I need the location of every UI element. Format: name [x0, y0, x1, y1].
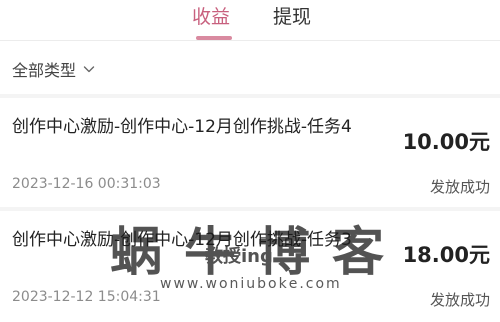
section-divider [0, 94, 500, 98]
record-divider [0, 207, 500, 211]
record-amount: 10.00元 [402, 130, 490, 154]
tab-bar: 收益 提现 [0, 0, 500, 41]
earning-record[interactable]: 创作中心激励-创作中心-12月创作挑战-任务3 18.00元 2023-12-1… [0, 213, 500, 321]
type-filter-dropdown[interactable]: 全部类型 [12, 57, 95, 81]
tab-withdraw[interactable]: 提现 [273, 6, 311, 28]
record-timestamp: 2023-12-12 15:04:31 [12, 289, 161, 305]
record-status: 发放成功 [429, 178, 490, 196]
record-title: 创作中心激励-创作中心-12月创作挑战-任务3 [12, 230, 352, 250]
record-timestamp: 2023-12-16 00:31:03 [12, 176, 161, 192]
tab-bar-divider [0, 40, 500, 41]
tab-earnings[interactable]: 收益 [192, 6, 230, 28]
record-status: 发放成功 [429, 291, 490, 309]
record-title: 创作中心激励-创作中心-12月创作挑战-任务4 [12, 117, 352, 137]
record-amount: 18.00元 [402, 243, 490, 267]
type-filter-label: 全部类型 [12, 61, 77, 80]
earning-record[interactable]: 创作中心激励-创作中心-12月创作挑战-任务4 10.00元 2023-12-1… [0, 100, 500, 208]
chevron-down-icon [83, 66, 95, 73]
